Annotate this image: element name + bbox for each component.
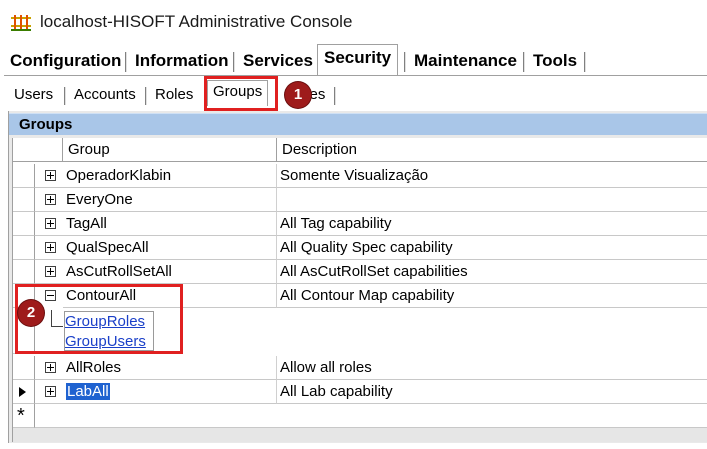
group-cell[interactable]: OperadorKlabin xyxy=(63,164,277,188)
subtab-roles[interactable]: Roles xyxy=(150,84,198,106)
new-row-cell[interactable] xyxy=(35,404,707,428)
tab-separator xyxy=(404,52,406,72)
table-row[interactable]: QualSpecAll All Quality Spec capability xyxy=(13,236,707,260)
row-header[interactable]: * xyxy=(13,404,35,428)
expand-plus-icon[interactable] xyxy=(45,242,56,253)
tab-separator xyxy=(334,87,336,105)
table-row[interactable]: AllRoles Allow all roles xyxy=(13,356,707,380)
subtab-accounts[interactable]: Accounts xyxy=(69,84,141,106)
subtab-users[interactable]: Users xyxy=(9,84,58,106)
expand-cell xyxy=(35,356,63,380)
description-cell[interactable]: All Tag capability xyxy=(277,212,707,236)
column-header-group[interactable]: Group xyxy=(63,138,277,162)
description-cell[interactable] xyxy=(277,188,707,212)
column-header-description[interactable]: Description xyxy=(277,138,707,162)
table-row-current[interactable]: LabAll All Lab capability xyxy=(13,380,707,404)
expand-plus-icon[interactable] xyxy=(45,170,56,181)
table-row[interactable]: OperadorKlabin Somente Visualização xyxy=(13,164,707,188)
expand-plus-icon[interactable] xyxy=(45,194,56,205)
new-row-asterisk-icon: * xyxy=(17,405,25,427)
tab-configuration[interactable]: Configuration xyxy=(4,48,127,75)
callout-box-groups-tab xyxy=(204,76,278,111)
row-header[interactable] xyxy=(13,356,35,380)
tab-separator xyxy=(64,87,66,105)
panel-header: Groups xyxy=(9,113,707,135)
group-cell[interactable]: TagAll xyxy=(63,212,277,236)
hisoft-app-icon xyxy=(11,15,31,31)
group-cell[interactable]: AllRoles xyxy=(63,356,277,380)
group-cell[interactable]: QualSpecAll xyxy=(63,236,277,260)
tab-separator xyxy=(145,87,147,105)
row-header[interactable] xyxy=(13,164,35,188)
grid-empty-area xyxy=(12,428,707,442)
tab-tools[interactable]: Tools xyxy=(527,48,583,75)
group-cell[interactable]: LabAll xyxy=(63,380,277,404)
tab-maintenance[interactable]: Maintenance xyxy=(408,48,523,75)
expand-cell xyxy=(35,260,63,284)
description-cell[interactable]: All AsCutRollSet capabilities xyxy=(277,260,707,284)
description-cell[interactable]: Somente Visualização xyxy=(277,164,707,188)
tab-services[interactable]: Services xyxy=(237,48,319,75)
tab-separator xyxy=(523,52,525,72)
title-bar: localhost-HISOFT Administrative Console xyxy=(0,0,707,40)
tab-security[interactable]: Security xyxy=(317,44,399,75)
tab-separator xyxy=(125,52,127,72)
table-row[interactable]: TagAll All Tag capability xyxy=(13,212,707,236)
table-row-new[interactable]: * xyxy=(13,404,707,428)
selected-cell-text: LabAll xyxy=(66,383,110,400)
expand-cell xyxy=(35,212,63,236)
main-tab-strip: Configuration Information Services Secur… xyxy=(4,44,624,75)
tab-information[interactable]: Information xyxy=(129,48,235,75)
expand-cell xyxy=(35,236,63,260)
description-cell[interactable]: All Quality Spec capability xyxy=(277,236,707,260)
description-cell[interactable]: All Lab capability xyxy=(277,380,707,404)
row-header[interactable] xyxy=(13,236,35,260)
tab-separator xyxy=(584,52,586,72)
row-header[interactable] xyxy=(13,380,35,404)
tab-separator xyxy=(233,52,235,72)
table-row[interactable]: AsCutRollSetAll All AsCutRollSet capabil… xyxy=(13,260,707,284)
expand-plus-icon[interactable] xyxy=(45,266,56,277)
step-badge-2: 2 xyxy=(18,300,44,326)
expand-cell xyxy=(35,380,63,404)
grid-corner-header xyxy=(13,138,63,162)
row-header[interactable] xyxy=(13,212,35,236)
row-header[interactable] xyxy=(13,260,35,284)
panel-title: Groups xyxy=(19,116,73,133)
group-cell[interactable]: AsCutRollSetAll xyxy=(63,260,277,284)
table-row[interactable]: EveryOne xyxy=(13,188,707,212)
expand-plus-icon[interactable] xyxy=(45,386,56,397)
expand-plus-icon[interactable] xyxy=(45,362,56,373)
window-title: localhost-HISOFT Administrative Console xyxy=(40,12,353,31)
description-cell[interactable]: Allow all roles xyxy=(277,356,707,380)
expand-cell xyxy=(35,188,63,212)
current-row-arrow-icon xyxy=(19,387,26,397)
expand-plus-icon[interactable] xyxy=(45,218,56,229)
description-cell[interactable]: All Contour Map capability xyxy=(277,284,707,308)
step-badge-1: 1 xyxy=(285,82,311,108)
row-header[interactable] xyxy=(13,188,35,212)
expand-cell xyxy=(35,164,63,188)
tab-divider-line xyxy=(4,75,707,76)
group-cell[interactable]: EveryOne xyxy=(63,188,277,212)
